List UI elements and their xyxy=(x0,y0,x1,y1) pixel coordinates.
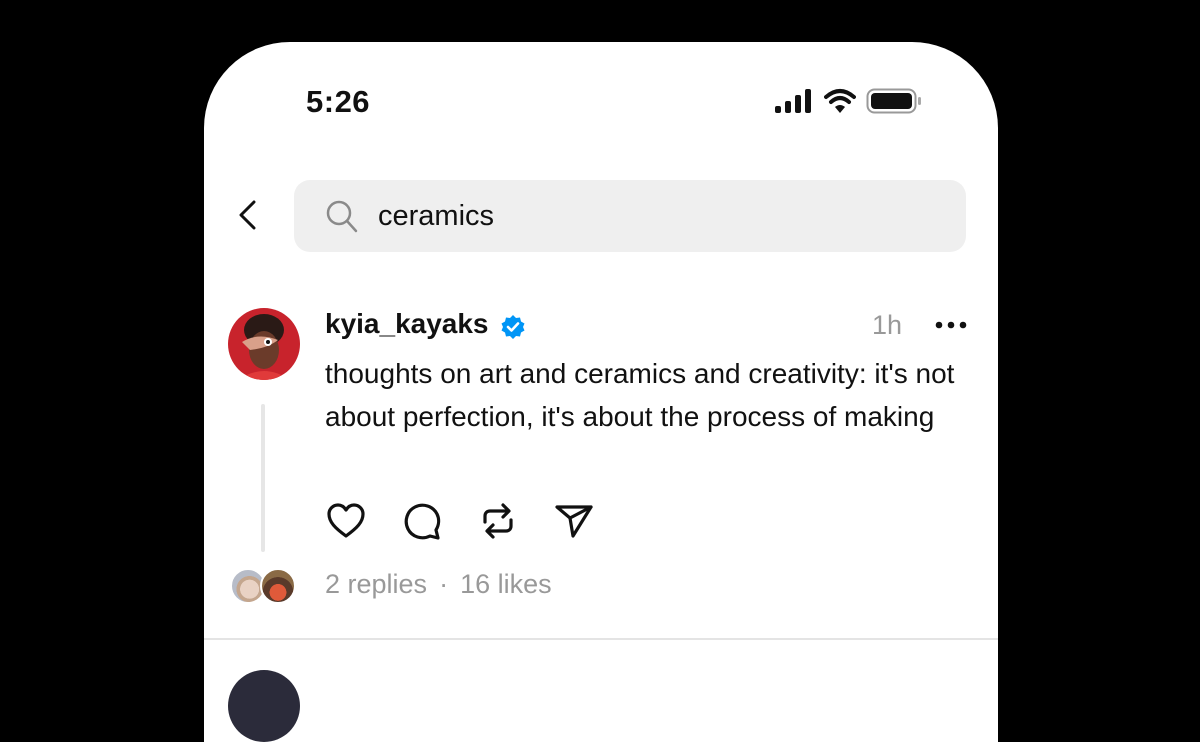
post-text: thoughts on art and ceramics and creativ… xyxy=(325,358,955,432)
repost-icon[interactable] xyxy=(477,500,519,542)
battery-icon xyxy=(866,88,921,114)
search-input[interactable] xyxy=(378,194,938,238)
reply-avatar-2 xyxy=(260,568,296,604)
post-actions xyxy=(325,500,595,542)
verified-badge-icon xyxy=(501,315,525,339)
send-icon[interactable] xyxy=(553,500,595,542)
cellular-signal-icon xyxy=(775,89,811,113)
reply-avatars xyxy=(230,566,302,604)
comment-icon[interactable] xyxy=(401,500,443,542)
thread-line xyxy=(261,404,265,552)
post-username[interactable]: kyia_kayaks xyxy=(325,308,489,340)
avatar-image xyxy=(228,308,300,380)
more-horizontal-icon[interactable] xyxy=(934,314,968,336)
replies-count[interactable]: 2 replies xyxy=(325,569,427,600)
chevron-left-icon xyxy=(239,200,256,230)
post-stats: 2 replies · 16 likes xyxy=(325,569,552,600)
wifi-icon xyxy=(824,89,856,113)
search-icon xyxy=(326,200,358,233)
status-icons xyxy=(774,88,922,114)
back-button[interactable] xyxy=(232,192,264,238)
phone-screen: 5:26 ceramics kyia_kayaks 1h thoughts on… xyxy=(204,42,998,742)
status-time: 5:26 xyxy=(306,84,371,119)
post-time: 1h xyxy=(872,310,903,340)
search-bar[interactable] xyxy=(294,180,966,252)
heart-icon[interactable] xyxy=(325,500,367,542)
next-post-avatar[interactable] xyxy=(228,670,300,742)
author-avatar[interactable] xyxy=(228,308,300,380)
stats-separator: · xyxy=(439,569,449,599)
likes-count[interactable]: 16 likes xyxy=(460,569,552,600)
post-divider xyxy=(204,638,998,640)
